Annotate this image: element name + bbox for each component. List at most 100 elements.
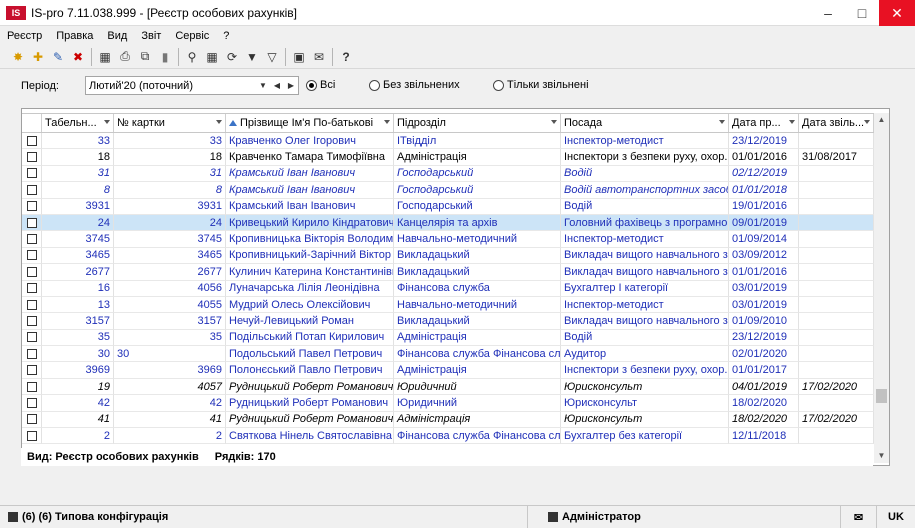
column-header-dept[interactable]: Підрозділ (394, 114, 561, 132)
mail-icon[interactable]: ✉ (309, 47, 329, 67)
add-icon[interactable]: ✚ (28, 47, 48, 67)
menu-view[interactable]: Вид (100, 30, 134, 42)
minimize-button[interactable]: – (811, 0, 845, 26)
vertical-scrollbar[interactable]: ▲ ▼ (874, 113, 889, 463)
table-row[interactable]: 3931 3931 Крамський Іван Іванович Господарс… (22, 198, 874, 215)
cell-hire-date: 01/09/2014 (729, 231, 799, 248)
table-row[interactable]: 42 42 Рудницький Роберт Романович Юридичний… (22, 395, 874, 412)
scroll-down-icon[interactable]: ▼ (874, 449, 889, 463)
column-header-hire-date[interactable]: Дата пр... (729, 114, 799, 132)
delete-icon[interactable]: ✖ (68, 47, 88, 67)
copy-icon[interactable]: ⧉ (135, 47, 155, 67)
row-checkbox[interactable] (26, 397, 37, 408)
table-row[interactable]: 35 35 Подільський Потап Кирилович Адміністр… (22, 329, 874, 347)
radio-only-dismissed[interactable]: Тільки звільнені (493, 79, 589, 91)
radio-all[interactable]: Всі (306, 79, 335, 91)
table-row[interactable]: 19 4057 Рудницький Роберт Романович Юридичн… (22, 378, 874, 396)
row-checkbox[interactable] (26, 414, 37, 425)
column-header-select[interactable] (22, 114, 42, 132)
row-checkbox[interactable] (26, 234, 37, 245)
row-checkbox[interactable] (26, 152, 37, 163)
row-checkbox[interactable] (26, 184, 37, 195)
edit-icon[interactable]: ✎ (48, 47, 68, 67)
cell-select (22, 346, 42, 363)
row-checkbox[interactable] (26, 365, 37, 376)
cell-dept: Адміністрація (394, 362, 561, 379)
cell-name: Рудницький Роберт Романович (226, 378, 394, 396)
table-row[interactable]: 33 33 Кравченко Олег Ігорович ІТвідділ Інспе… (22, 133, 874, 150)
table-row[interactable]: 3465 3465 Кропивницький-Зарічний Віктор В.… (22, 247, 874, 265)
chevron-left-icon[interactable]: ◀ (270, 81, 284, 90)
row-checkbox[interactable] (26, 217, 37, 228)
cards-icon[interactable]: ▮ (155, 47, 175, 67)
scroll-thumb[interactable] (876, 389, 887, 403)
table-row[interactable]: 3969 3969 Полонєський Павло Петрович Адміні… (22, 362, 874, 379)
table-row[interactable]: 31 31 Крамський Іван Іванович Господарський… (22, 165, 874, 183)
row-checkbox[interactable] (26, 266, 37, 277)
title-bar: IS IS-pro 7.11.038.999 - [Реєстр особови… (0, 0, 915, 26)
print-icon[interactable]: ⎙ (115, 47, 135, 67)
table-row[interactable]: 18 18 Кравченко Тамара Тимофіївна Адміністр… (22, 149, 874, 166)
search-icon[interactable]: ⚲ (182, 47, 202, 67)
row-checkbox[interactable] (26, 315, 37, 326)
row-checkbox[interactable] (26, 168, 37, 179)
radio-all-dot[interactable] (306, 79, 317, 91)
cell-tab: 33 (42, 133, 114, 150)
table-row[interactable]: 3745 3745 Кропивницька Вікторія Володими..… (22, 231, 874, 248)
column-header-position[interactable]: Посада (561, 114, 729, 132)
clear-filter-icon[interactable]: ▽ (262, 47, 282, 67)
row-checkbox[interactable] (26, 430, 37, 441)
cell-dept: Фінансова служба (394, 280, 561, 297)
cell-select (22, 231, 42, 248)
menu-service[interactable]: Сервіс (168, 30, 216, 42)
cell-position: Бухгалтер без категорії (561, 428, 729, 445)
cell-select (22, 280, 42, 297)
menu-edit[interactable]: Правка (49, 30, 100, 42)
refresh-icon[interactable]: ⟳ (222, 47, 242, 67)
scroll-up-icon[interactable]: ▲ (874, 113, 889, 127)
table-row[interactable]: 3157 3157 Нечуй-Левицький Роман Викладацьки… (22, 313, 874, 330)
menu-help[interactable]: ? (216, 30, 236, 42)
row-checkbox[interactable] (26, 381, 37, 392)
mail-icon[interactable]: ✉ (841, 506, 877, 528)
cell-hire-date: 18/02/2020 (729, 411, 799, 429)
chevron-right-icon[interactable]: ▶ (284, 81, 298, 90)
table-icon[interactable]: ▦ (202, 47, 222, 67)
row-checkbox[interactable] (26, 201, 37, 212)
maximize-button[interactable]: □ (845, 0, 879, 26)
row-checkbox[interactable] (26, 283, 37, 294)
row-checkbox[interactable] (26, 332, 37, 343)
filter-icon[interactable]: ▼ (242, 47, 262, 67)
cell-select (22, 247, 42, 265)
window-icon[interactable]: ▣ (289, 47, 309, 67)
table-row[interactable]: 24 24 Кривецький Кирило Кіндратович Канцеля… (22, 214, 874, 232)
column-header-card[interactable]: № картки (114, 114, 226, 132)
help-icon[interactable]: ? (336, 47, 356, 67)
column-header-fire-date[interactable]: Дата звіль... (799, 114, 874, 132)
menu-report[interactable]: Звіт (134, 30, 168, 42)
radio-no-dismissed[interactable]: Без звільнених (369, 79, 460, 91)
table-row[interactable]: 8 8 Крамський Іван Іванович Господарський Во… (22, 182, 874, 199)
radio-only-dismissed-dot[interactable] (493, 79, 504, 91)
column-header-tab[interactable]: Табельн... (42, 114, 114, 132)
new-icon[interactable]: ✸ (8, 47, 28, 67)
table-row[interactable]: 30 30 Подольський Павел Петрович Фінансова … (22, 346, 874, 363)
table-row[interactable]: 41 41 Рудницький Роберт Романович Адміністр… (22, 411, 874, 429)
row-checkbox[interactable] (26, 348, 37, 359)
table-row[interactable]: 13 4055 Мудрий Олесь Олексійович Навчально-… (22, 296, 874, 314)
table-row[interactable]: 2677 2677 Кулинич Катерина Константинівна В… (22, 264, 874, 281)
menu-registry[interactable]: Реєстр (0, 30, 49, 42)
chevron-down-icon[interactable]: ▼ (256, 81, 270, 90)
row-checkbox[interactable] (26, 250, 37, 261)
row-checkbox[interactable] (26, 299, 37, 310)
table-row[interactable]: 16 4056 Луначарська Лілія Леонідівна Фінанс… (22, 280, 874, 297)
radio-no-dismissed-dot[interactable] (369, 79, 380, 91)
calc-icon[interactable]: ▦ (95, 47, 115, 67)
cell-dept: Фінансова служба Фінансова сл... (394, 346, 561, 363)
column-header-name[interactable]: Прізвище Ім'я По-батькові (226, 114, 394, 132)
table-row[interactable]: 2 2 Святкова Нінель Святославівна Фінансова… (22, 428, 874, 445)
row-checkbox[interactable] (26, 135, 37, 146)
period-combo[interactable]: Лютий'20 (поточний) ▼ ◀ ▶ (85, 76, 299, 95)
close-button[interactable]: ✕ (879, 0, 915, 26)
cell-fire-date (799, 247, 874, 265)
